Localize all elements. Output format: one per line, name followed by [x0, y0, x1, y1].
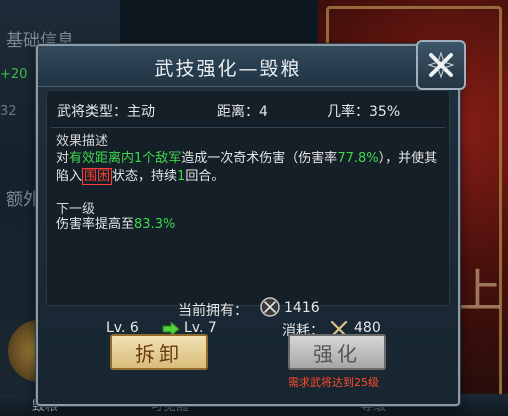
- background-stat-1: +20: [0, 67, 28, 82]
- dialog-titlebar: 武技强化—毁粮: [38, 46, 458, 87]
- next-level-rate: 83.3%: [134, 217, 176, 232]
- skill-upgrade-dialog: 武技强化—毁粮 武将类型：主动 距离：4 几率：35% 效果描述 对有效距离内1…: [36, 40, 466, 406]
- general-type: 武将类型：主动: [57, 104, 155, 120]
- effect-description: 对有效距离内1个敌军造成一次奇术伤害（伤害率77.8%），并使其陷入 围困 状态，持…: [56, 150, 438, 186]
- effect-text-5: 回合。: [185, 169, 225, 184]
- divider: [51, 127, 445, 128]
- dismantle-button[interactable]: 拆卸: [110, 334, 208, 370]
- background-calligraphy-char: 上: [456, 264, 502, 318]
- distance: 距离：4: [217, 104, 268, 120]
- chance: 几率：35%: [327, 104, 401, 120]
- strengthen-button[interactable]: 强化: [288, 334, 386, 370]
- effect-damage-rate: 77.8%: [337, 151, 379, 166]
- effect-text-4: 状态，持续: [112, 169, 178, 184]
- effect-text-2: 造成一次奇术伤害（伤害率: [181, 151, 338, 166]
- effect-heading: 效果描述: [56, 134, 109, 149]
- next-level-text: 伤害率提高至: [56, 217, 135, 232]
- effect-status-tag: 围困: [82, 168, 113, 185]
- level-cost-row: Lv. 6 Lv. 7 消耗： 480: [46, 314, 450, 346]
- next-level-description: 伤害率提高至83.3%: [56, 216, 438, 234]
- background-stat-2: 32: [0, 104, 17, 119]
- effect-target: 有效距离内1个敌军: [69, 151, 182, 166]
- skill-info-panel: 武将类型：主动 距离：4 几率：35%: [46, 90, 450, 306]
- background-extra-title: 额外: [6, 190, 40, 210]
- dialog-title: 武技强化—毁粮: [154, 58, 302, 80]
- close-button[interactable]: [416, 40, 466, 90]
- skill-stats-row: 武将类型：主动 距离：4 几率：35%: [57, 97, 439, 125]
- owned-label: 当前拥有：: [178, 303, 248, 319]
- effect-text-1: 对: [56, 151, 70, 166]
- level-requirement: 需求武将达到25级: [288, 376, 379, 389]
- close-x-icon: [427, 51, 455, 79]
- owned-value: 1416: [284, 300, 320, 316]
- skill-book-icon: [259, 296, 281, 322]
- next-level-heading: 下一级: [56, 202, 96, 217]
